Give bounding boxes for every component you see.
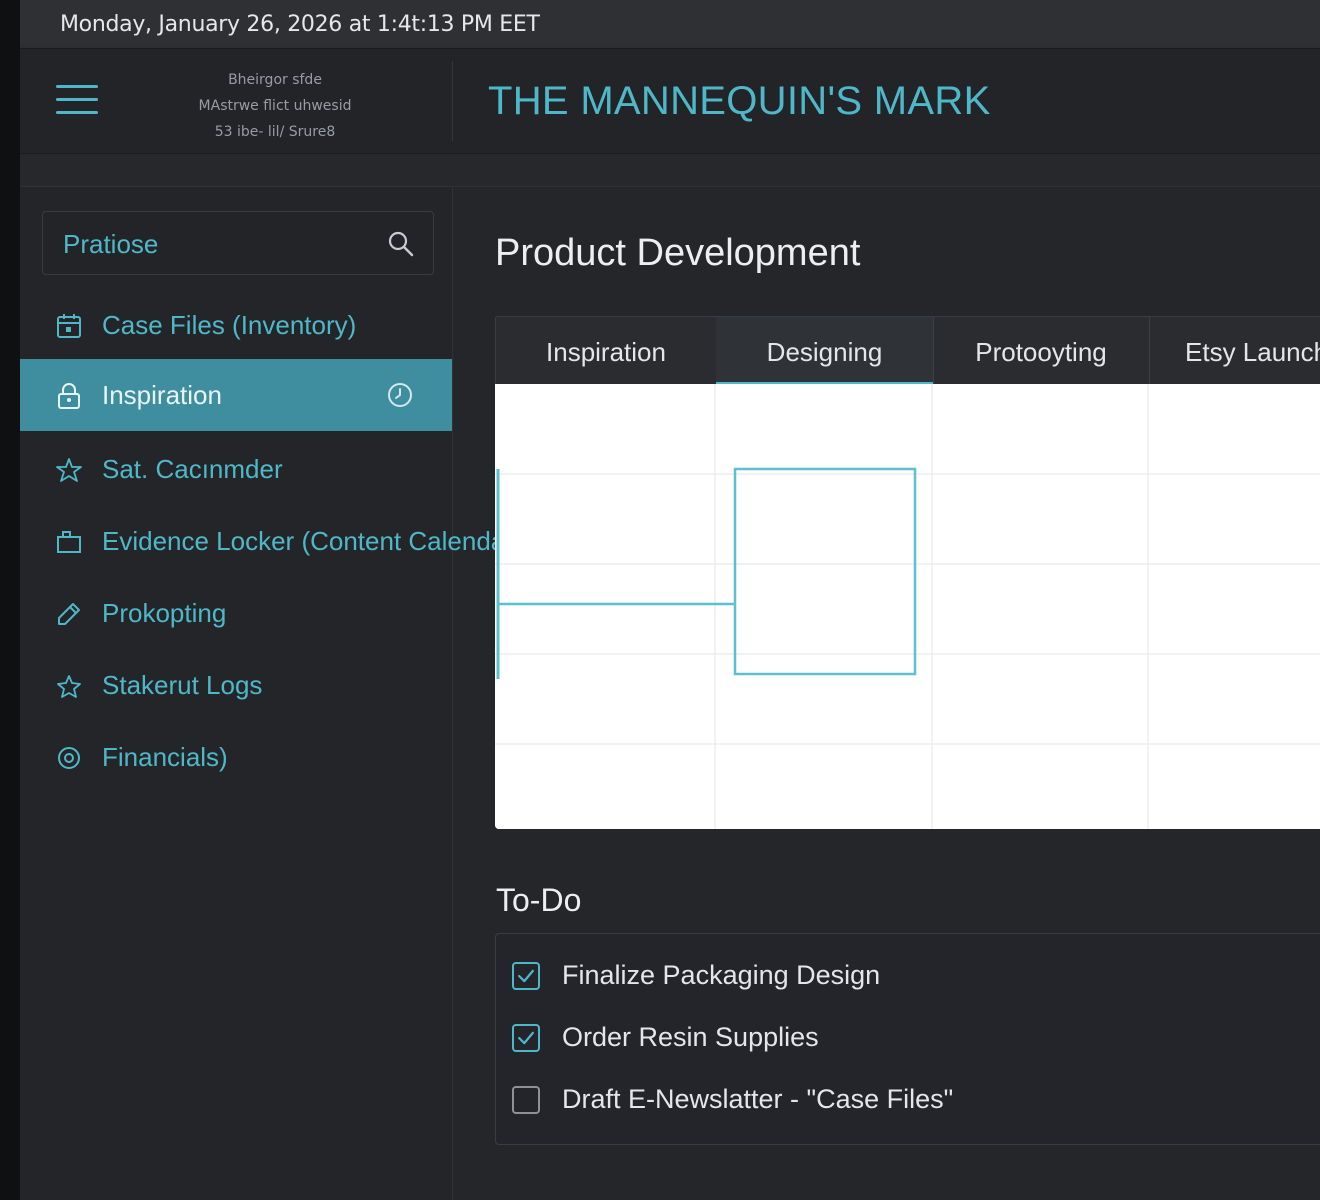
app-header: Bheirgor sfde MAstrwe flict uhwesid 53 i…: [20, 49, 1320, 154]
sub-toolbar: [20, 154, 1320, 187]
app-window: Monday, January 26, 2026 at 1:4t:13 PM E…: [20, 0, 1320, 1200]
tab-etsy-launch[interactable]: Etsy Launch: [1149, 317, 1320, 385]
todo-label: Order Resin Supplies: [562, 1022, 819, 1052]
tab-inspiration[interactable]: Inspiration: [496, 317, 717, 385]
board-card-connector: [496, 469, 735, 679]
search-icon[interactable]: [387, 230, 415, 258]
brand-logo: Bheirgor sfde MAstrwe flict uhwesid 53 i…: [170, 67, 380, 145]
todo-item[interactable]: Draft E-Newslatter - "Case Files": [512, 1082, 1312, 1122]
todo-title: To-Do: [496, 882, 582, 918]
todo-item[interactable]: Finalize Packaging Design: [512, 958, 1312, 998]
search-box: [42, 211, 434, 275]
sidebar-item-label: Evidence Locker (Content Calendar): [102, 526, 523, 556]
tab-label: Designing: [766, 337, 883, 367]
checkbox-checked[interactable]: [512, 962, 540, 990]
checkbox-unchecked[interactable]: [512, 1086, 540, 1114]
sidebar-item-label: Financials): [102, 742, 228, 772]
sidebar-item-financials[interactable]: Financials): [20, 721, 452, 793]
sidebar-item-case-files[interactable]: Case Files (Inventory): [20, 289, 452, 361]
tab-label: Inspiration: [546, 337, 666, 367]
brand-line: 53 ibe- lil/ Srure8: [214, 124, 336, 140]
tab-label: Etsy Launch: [1185, 337, 1320, 367]
tab-label: Protooyting: [975, 337, 1107, 367]
brand-line: MAstrwe flict uhwesid: [198, 98, 352, 114]
sidebar-item-evidence-locker[interactable]: Evidence Locker (Content Calendar): [20, 505, 523, 577]
brand-line: Bheirgor sfde: [228, 72, 322, 88]
sidebar-item-label: Sat. Cacınmder: [102, 454, 283, 484]
sidebar-item-stakeout-logs[interactable]: Stakerut Logs: [20, 649, 452, 721]
tab-designing[interactable]: Designing: [716, 317, 934, 385]
sidebar-item-label: Stakerut Logs: [102, 670, 263, 700]
sidebar-item-label: Prokopting: [102, 598, 227, 628]
header-divider: [452, 61, 453, 141]
tab-prototyping[interactable]: Protooyting: [933, 317, 1150, 385]
page-title: Product Development: [495, 232, 861, 274]
todo-item[interactable]: Order Resin Supplies: [512, 1020, 1312, 1060]
development-board: Inspiration Designing Protooyting Etsy L…: [495, 316, 1320, 829]
sidebar: Case Files (Inventory) Inspiration Sat. …: [20, 187, 523, 1200]
menu-icon[interactable]: [56, 83, 98, 117]
star-outline-icon: [57, 675, 81, 698]
board-card[interactable]: [733, 467, 917, 676]
coin-icon: [58, 747, 80, 769]
sidebar-item-label: Case Files (Inventory): [102, 310, 357, 340]
star-icon: [56, 458, 82, 482]
stage-tabs: Inspiration Designing Protooyting Etsy L…: [495, 316, 1320, 385]
edit-icon: [58, 603, 80, 625]
app-title: THE MANNEQUIN'S MARK: [488, 79, 991, 123]
status-bar: Monday, January 26, 2026 at 1:4t:13 PM E…: [20, 0, 1320, 49]
todo-list: Finalize Packaging Design Order Resin Su…: [495, 933, 1320, 1145]
sidebar-item-prototyping[interactable]: Prokopting: [20, 577, 452, 649]
status-datetime: Monday, January 26, 2026 at 1:4t:13 PM E…: [60, 12, 540, 37]
board-canvas[interactable]: [495, 384, 1320, 829]
sidebar-item-label: Inspiration: [102, 380, 222, 410]
todo-label: Draft E-Newslatter - "Case Files": [562, 1084, 954, 1114]
calendar-icon: [57, 314, 81, 338]
sidebar-item-inspiration[interactable]: Inspiration: [20, 359, 452, 431]
todo-label: Finalize Packaging Design: [562, 960, 881, 990]
sidebar-item-calendar[interactable]: Sat. Cacınmder: [20, 433, 452, 505]
lock-icon: [58, 383, 80, 409]
clock-icon[interactable]: [386, 381, 414, 409]
folder-icon: [57, 531, 81, 553]
checkbox-checked[interactable]: [512, 1024, 540, 1052]
search-input[interactable]: [61, 226, 365, 262]
